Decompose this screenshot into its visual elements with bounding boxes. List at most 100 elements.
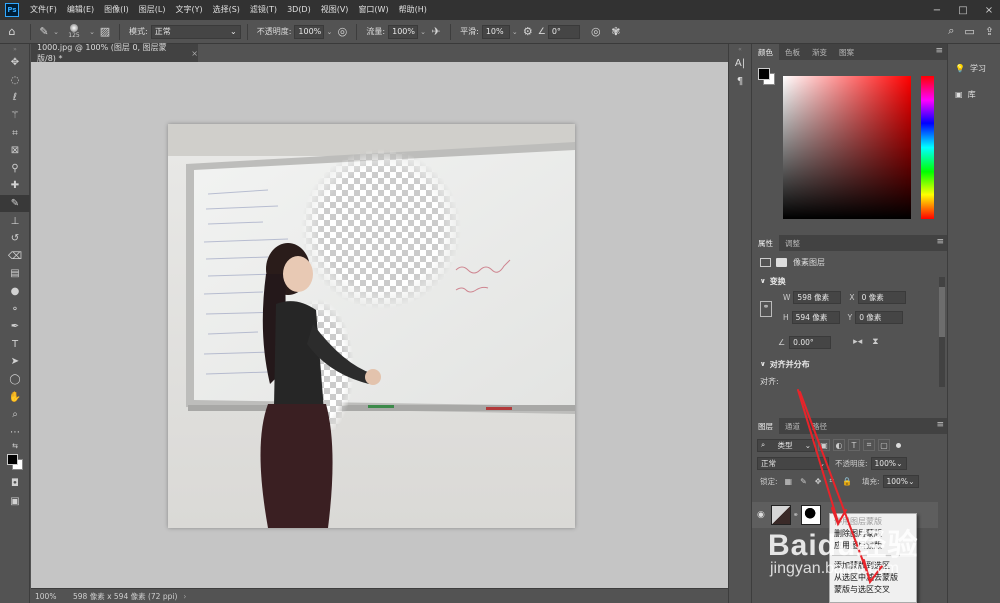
height-input[interactable]: 594 像素 [791, 311, 840, 324]
scrollbar-thumb[interactable] [939, 287, 945, 337]
menu-item-intersect-mask-with-selection[interactable]: 蒙版与选区交叉 [830, 584, 916, 596]
filter-type-icon[interactable]: T [848, 439, 860, 451]
toolbar-collapse-icon[interactable]: » [0, 44, 30, 54]
close-button[interactable]: × [982, 5, 996, 16]
type-tool-icon[interactable]: T [0, 336, 30, 354]
width-input[interactable]: 598 像素 [793, 291, 842, 304]
close-tab-icon[interactable]: × [191, 49, 198, 58]
brush-picker-dropdown[interactable]: ⌄ [87, 25, 97, 39]
flow-input[interactable]: 100% [388, 24, 419, 39]
dodge-tool-icon[interactable]: ⚬ [0, 300, 30, 318]
tab-properties[interactable]: 属性 [752, 235, 779, 251]
menu-image[interactable]: 图像(I) [99, 0, 134, 20]
symmetry-butterfly-icon[interactable]: ✾ [606, 25, 626, 38]
screen-mode-icon[interactable]: ▣ [0, 493, 30, 511]
mask-link-icon[interactable]: ⚭ [793, 511, 799, 519]
maximize-button[interactable]: □ [956, 5, 970, 16]
menu-layer[interactable]: 图层(L) [134, 0, 171, 20]
menu-item-subtract-mask-from-selection[interactable]: 从选区中减去蒙版 [830, 572, 916, 584]
link-icon[interactable]: ⚭ [760, 301, 772, 317]
menu-item-disable-mask[interactable]: 停用图层蒙版 [830, 516, 916, 528]
layer-filter-select[interactable]: ⌕ 类型 ⌄ [757, 438, 815, 452]
lock-image-icon[interactable]: ✎ [800, 477, 807, 486]
flow-dropdown[interactable]: ⌄ [418, 25, 428, 39]
layer-opacity-input[interactable]: 100% ⌄ [870, 456, 907, 470]
magic-wand-tool-icon[interactable]: ⚚ [0, 107, 30, 125]
menu-type[interactable]: 文字(Y) [170, 0, 207, 20]
x-input[interactable]: 0 像素 [857, 291, 906, 304]
tab-paths[interactable]: 路径 [806, 418, 833, 434]
tab-color[interactable]: 颜色 [752, 44, 779, 60]
properties-scrollbar[interactable] [939, 277, 945, 387]
color-picker-field[interactable] [783, 76, 911, 219]
lasso-tool-icon[interactable]: ℓ [0, 89, 30, 107]
panel-menu-icon[interactable]: ≡ [935, 46, 943, 56]
menu-file[interactable]: 文件(F) [25, 0, 62, 20]
library-button[interactable]: ▣ 库 [948, 84, 1000, 104]
filter-adjustment-icon[interactable]: ◐ [833, 439, 845, 451]
tab-adjustments[interactable]: 调整 [779, 235, 806, 251]
paragraph-panel-icon[interactable]: ¶ [729, 72, 751, 90]
align-section-header[interactable]: ∨ 对齐并分布 [752, 355, 948, 373]
layer-thumbnail[interactable] [770, 505, 791, 525]
menu-filter[interactable]: 滤镜(T) [245, 0, 282, 20]
tab-patterns[interactable]: 图案 [833, 44, 860, 60]
document-canvas-area[interactable] [31, 62, 728, 588]
blend-mode-select[interactable]: 正常 ⌄ [757, 456, 829, 470]
smoothing-dropdown[interactable]: ⌄ [510, 25, 520, 39]
tab-channels[interactable]: 通道 [779, 418, 806, 434]
menu-item-delete-mask[interactable]: 删除图层蒙版 [830, 528, 916, 540]
brush-size-picker[interactable]: 125 [61, 24, 87, 39]
angle-input[interactable]: 0.00° [789, 335, 832, 349]
mode-select[interactable]: 正常 ⌄ [150, 24, 241, 39]
healing-brush-tool-icon[interactable]: ✚ [0, 177, 30, 195]
ellipse-tool-icon[interactable]: ◯ [0, 371, 30, 389]
visibility-eye-icon[interactable]: ◉ [757, 510, 765, 520]
quick-mask-icon[interactable]: ◘ [0, 475, 30, 493]
menu-item-add-mask-to-selection[interactable]: 添加蒙版到选区 [830, 560, 916, 572]
menu-window[interactable]: 窗口(W) [353, 0, 393, 20]
pressure-opacity-icon[interactable]: ◎ [334, 25, 350, 38]
menu-view[interactable]: 视图(V) [316, 0, 354, 20]
move-tool-icon[interactable]: ✥ [0, 54, 30, 72]
airbrush-icon[interactable]: ✈ [428, 25, 444, 38]
angle-input[interactable]: 0° [547, 24, 580, 39]
tab-layers[interactable]: 图层 [752, 418, 779, 434]
menu-3d[interactable]: 3D(D) [282, 0, 316, 20]
history-brush-tool-icon[interactable]: ↺ [0, 230, 30, 248]
eyedropper-tool-icon[interactable]: ⚲ [0, 160, 30, 178]
menu-help[interactable]: 帮助(H) [394, 0, 432, 20]
learn-button[interactable]: 💡 学习 [948, 58, 1000, 78]
hand-tool-icon[interactable]: ✋ [0, 388, 30, 406]
menu-select[interactable]: 选择(S) [208, 0, 245, 20]
crop-tool-icon[interactable]: ⌗ [0, 124, 30, 142]
tab-gradients[interactable]: 渐变 [806, 44, 833, 60]
menu-item-apply-mask[interactable]: 应用图层蒙版 [830, 540, 916, 552]
layer-mask-thumbnail[interactable] [800, 505, 821, 525]
search-icon[interactable]: ⌕ [948, 24, 954, 38]
foreground-color-chip[interactable] [758, 68, 770, 80]
filter-shape-icon[interactable]: ⌗ [863, 439, 875, 451]
lock-all-icon[interactable]: 🔒 [842, 477, 852, 486]
hue-slider[interactable] [921, 76, 934, 219]
document-tab[interactable]: 1000.jpg @ 100% (图层 0, 图层蒙版/8) * × [31, 43, 198, 63]
panel-menu-icon[interactable]: ≡ [936, 420, 944, 430]
pen-tool-icon[interactable]: ✒ [0, 318, 30, 336]
blur-tool-icon[interactable]: ● [0, 283, 30, 301]
mask-icon[interactable] [776, 257, 787, 267]
workspace-icon[interactable]: ▭ [964, 25, 974, 38]
swap-colors-icon[interactable]: ⇆ [0, 441, 30, 451]
more-tools-icon[interactable]: ⋯ [0, 423, 30, 441]
foreground-color-swatch[interactable] [7, 454, 18, 466]
tab-swatches[interactable]: 色板 [779, 44, 806, 60]
character-panel-icon[interactable]: A| [729, 54, 751, 72]
minimize-button[interactable]: − [930, 5, 944, 16]
zoom-tool-icon[interactable]: ⌕ [0, 406, 30, 424]
filter-smart-object-icon[interactable]: ▢ [878, 439, 890, 451]
clone-stamp-tool-icon[interactable]: ⊥ [0, 212, 30, 230]
frame-tool-icon[interactable]: ⊠ [0, 142, 30, 160]
path-selection-tool-icon[interactable]: ➤ [0, 353, 30, 371]
menu-edit[interactable]: 编辑(E) [62, 0, 99, 20]
lock-transparent-icon[interactable]: ▦ [785, 477, 793, 486]
lock-artboard-icon[interactable]: ⌗ [830, 476, 835, 486]
